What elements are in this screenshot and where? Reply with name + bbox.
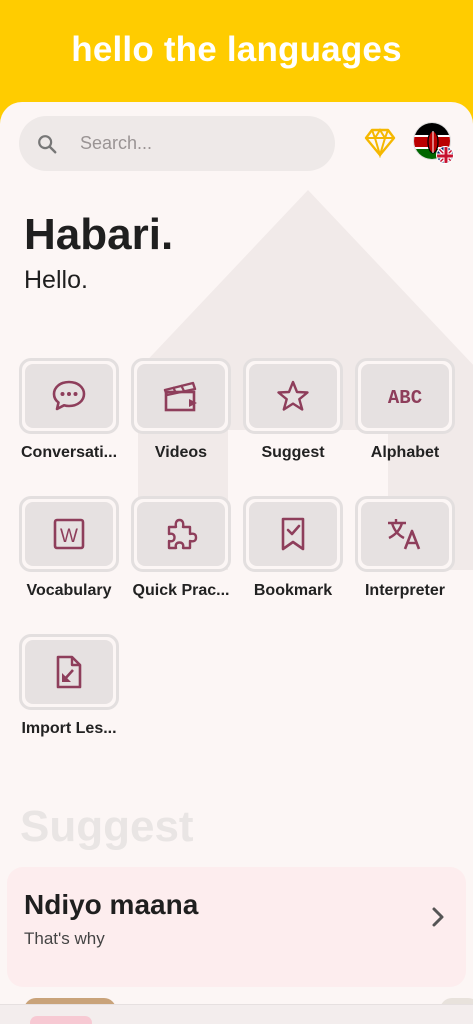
- tile-label: Import Les...: [21, 720, 117, 737]
- tile-label: Vocabulary: [26, 582, 112, 599]
- clapperboard-icon: [163, 381, 197, 412]
- tile-import-lesson[interactable]: Import Les...: [13, 634, 125, 738]
- translate-icon: [388, 519, 421, 550]
- tile-conversation[interactable]: Conversati...: [13, 358, 125, 462]
- tile-alphabet[interactable]: ABC Alphabet: [349, 358, 461, 462]
- abc-icon: ABC: [388, 387, 422, 409]
- tile-label: Quick Prac...: [132, 582, 230, 599]
- tile-label: Interpreter: [364, 582, 446, 599]
- word-document-icon: W: [53, 518, 85, 550]
- tile-videos[interactable]: Videos: [125, 358, 237, 462]
- chat-bubble-icon: [52, 380, 86, 411]
- suggest-card[interactable]: Ndiyo maana That's why: [7, 867, 466, 987]
- file-import-icon: [56, 655, 82, 689]
- tile-suggest[interactable]: Suggest: [237, 358, 349, 462]
- suggest-section-heading: Suggest: [20, 802, 194, 851]
- svg-text:ABC: ABC: [388, 387, 422, 409]
- app-header: hello the languages: [0, 0, 473, 112]
- tile-interpreter[interactable]: Interpreter: [349, 496, 461, 600]
- main-sheet: Search... Habari. Hello. Conversati... V…: [0, 102, 473, 1024]
- search-bar[interactable]: Search...: [19, 116, 335, 171]
- card-subtitle: That's why: [24, 929, 105, 948]
- card-title: Ndiyo maana: [24, 889, 199, 920]
- tile-label: Bookmark: [253, 582, 333, 599]
- chevron-right-icon[interactable]: [429, 905, 447, 929]
- svg-text:W: W: [60, 526, 78, 547]
- star-icon: [277, 380, 309, 411]
- tile-label: Alphabet: [370, 444, 440, 461]
- tile-label: Videos: [154, 444, 208, 461]
- greeting-title: Habari.: [24, 210, 174, 259]
- bottom-nav-indicator: [30, 1016, 92, 1024]
- tile-quick-practice[interactable]: Quick Prac...: [125, 496, 237, 600]
- tile-label: Suggest: [261, 444, 325, 461]
- bookmark-check-icon: [281, 517, 305, 551]
- greeting-subtitle: Hello.: [24, 266, 88, 294]
- tile-vocabulary[interactable]: W Vocabulary: [13, 496, 125, 600]
- tile-bookmark[interactable]: Bookmark: [237, 496, 349, 600]
- puzzle-icon: [167, 518, 198, 550]
- app-title: hello the languages: [71, 30, 402, 69]
- tile-label: Conversati...: [20, 444, 118, 461]
- search-input[interactable]: Search...: [80, 133, 152, 154]
- search-icon: [38, 134, 57, 153]
- uk-flag-icon: [436, 146, 454, 164]
- diamond-premium-icon[interactable]: [364, 126, 396, 158]
